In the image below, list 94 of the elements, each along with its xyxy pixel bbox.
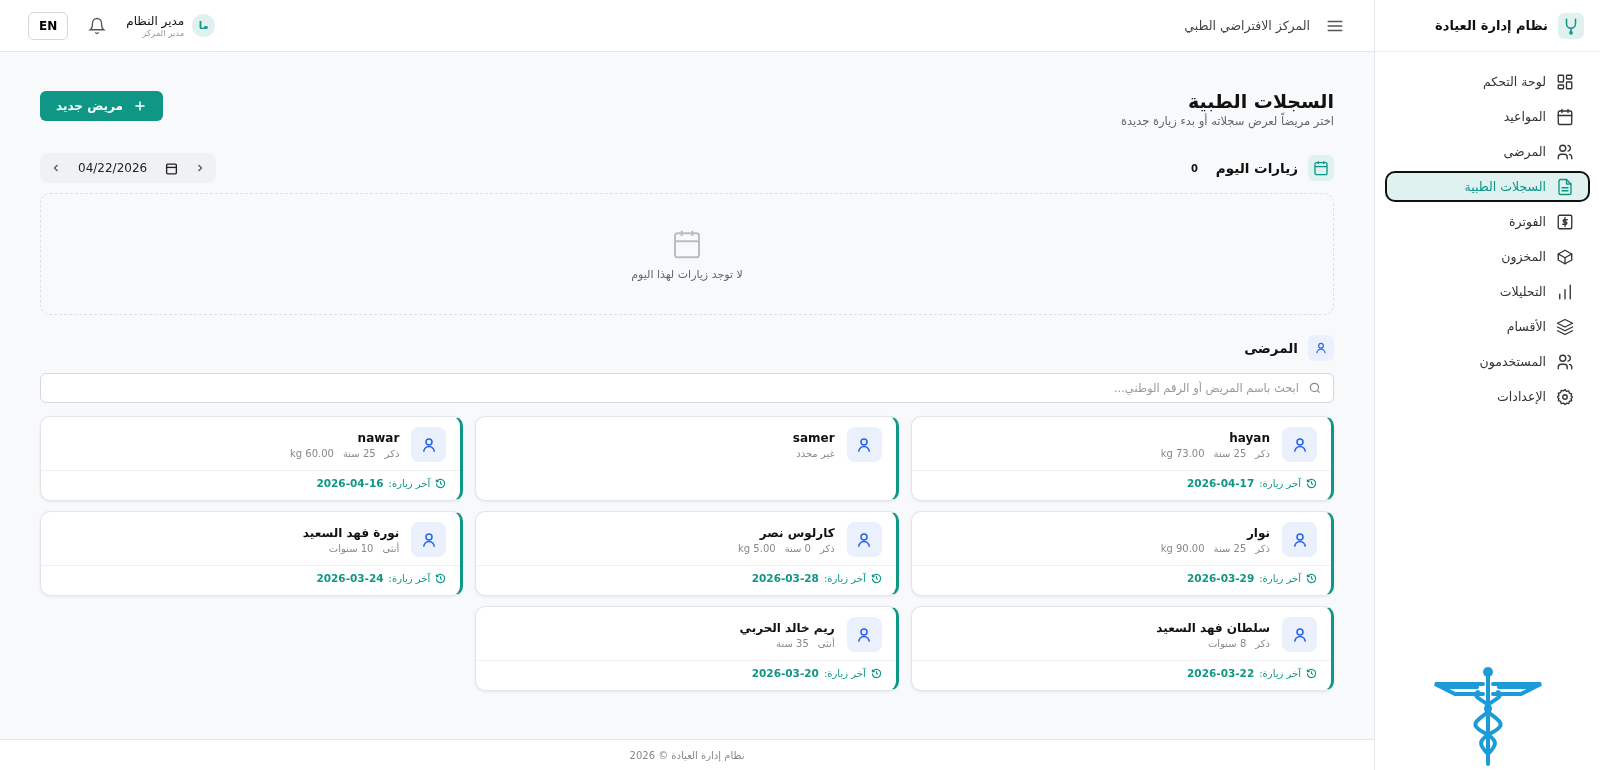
user-icon (846, 427, 882, 462)
last-visit-date: 2026-03-24 (316, 572, 384, 584)
user-icon (846, 522, 882, 557)
patient-detail: ذكر (1255, 542, 1270, 554)
user-icon (1282, 522, 1317, 557)
user-name: مدير النظام (126, 13, 185, 28)
center-name: المركز الافتراضي الطبي (1184, 18, 1310, 33)
user-icon (1282, 427, 1317, 462)
plus-icon (132, 99, 147, 113)
patient-name: ريم خالد الحربي (739, 620, 835, 635)
history-icon (870, 572, 882, 584)
document-icon (1556, 177, 1574, 196)
history-icon (870, 667, 882, 679)
history-icon (435, 572, 447, 584)
box-icon (1556, 247, 1574, 266)
patient-detail: ذكر (1255, 447, 1270, 459)
user-icon (411, 522, 447, 557)
patient-name: كارلوس نصر (758, 525, 835, 540)
patient-detail: غير محدد (796, 447, 835, 459)
patient-name: samer (792, 430, 835, 445)
sidebar-item[interactable]: التحليلات (1385, 276, 1590, 307)
last-visit-date: 2026-03-22 (1187, 667, 1255, 679)
user-icon (411, 427, 447, 462)
history-icon (1306, 572, 1317, 584)
user-role: مدير المركز (142, 27, 185, 38)
last-visit-date: 2026-04-16 (316, 477, 384, 489)
patient-name: نورة فهد السعيد (302, 525, 400, 540)
empty-message: لا توجد زيارات لهذا اليوم (631, 267, 743, 281)
history-icon (1306, 477, 1317, 489)
patient-detail: 10 سنوات (328, 542, 374, 554)
sidebar-item[interactable]: المخزون (1385, 241, 1590, 272)
visit-count: 0 (1190, 162, 1198, 174)
last-visit-label: آخر زيارة: (1259, 477, 1301, 489)
stethoscope-icon (1558, 12, 1584, 39)
dollar-icon (1556, 212, 1574, 231)
search-field[interactable]: ابحث باسم المريض أو الرقم الوطني... (40, 373, 1334, 403)
patient-detail: 25 سنة (1213, 447, 1247, 459)
history-icon (435, 477, 447, 489)
patient-name: سلطان فهد السعيد (1156, 620, 1270, 635)
calendar-icon[interactable] (165, 161, 179, 175)
patient-detail: 5.00 kg (738, 542, 776, 554)
users-icon (1556, 352, 1574, 371)
search-icon (1308, 381, 1322, 395)
app-title: نظام إدارة العيادة (1435, 18, 1548, 33)
language-button[interactable]: EN (28, 11, 69, 40)
section-title: زيارات اليوم (1215, 160, 1298, 176)
patient-detail: أنثى (382, 542, 400, 554)
sidebar-item[interactable]: لوحة التحكم (1385, 66, 1590, 97)
user-icon (1282, 617, 1317, 652)
sidebar-item[interactable]: الفوترة (1385, 206, 1590, 237)
last-visit-label: آخر زيارة: (823, 667, 866, 679)
calendar-icon (1308, 155, 1334, 181)
patient-detail: 25 سنة (342, 447, 376, 459)
sidebar-item[interactable]: المواعيد (1385, 101, 1590, 132)
patient-detail: 35 سنة (776, 637, 809, 649)
last-visit-label: آخر زيارة: (388, 572, 431, 584)
last-visit-label: آخر زيارة: (1259, 572, 1301, 584)
footer-text: نظام إدارة العيادة © 2026 (629, 749, 745, 761)
patient-detail: 90.00 kg (1160, 542, 1205, 554)
sidebar-item[interactable]: الأقسام (1385, 311, 1590, 342)
history-icon (1306, 667, 1317, 679)
patient-detail: 60.00 kg (289, 447, 334, 459)
sidebar-item[interactable]: المرضى (1385, 136, 1590, 167)
layers-icon (1556, 317, 1574, 336)
section-title: المرضى (1244, 340, 1298, 356)
last-visit-date: 2026-03-28 (751, 572, 819, 584)
users-icon (1556, 142, 1574, 161)
page-title: السجلات الطبية (1187, 90, 1334, 112)
last-visit-label: آخر زيارة: (1259, 667, 1301, 679)
patient-detail: ذكر (384, 447, 400, 459)
patient-detail: 73.00 kg (1160, 447, 1205, 459)
new-patient-button[interactable]: مريض جديد (40, 91, 163, 121)
sidebar-item[interactable]: المستخدمون (1385, 346, 1590, 377)
last-visit-label: آخر زيارة: (823, 572, 866, 584)
patient-detail: ذكر (1255, 637, 1270, 649)
last-visit-date: 2026-04-17 (1187, 477, 1255, 489)
patient-detail: 8 سنوات (1207, 637, 1247, 649)
patient-name: hayan (1228, 430, 1270, 445)
patient-detail: أنثى (817, 637, 835, 649)
user-icon (1308, 335, 1334, 361)
patient-detail: 0 سنة (784, 542, 811, 554)
patient-detail: 25 سنة (1213, 542, 1247, 554)
patient-name: نوار (1245, 525, 1270, 540)
last-visit-date: 2026-03-29 (1187, 572, 1255, 584)
user-icon (846, 617, 882, 652)
last-visit-date: 2026-03-20 (751, 667, 819, 679)
last-visit-label: آخر زيارة: (388, 477, 431, 489)
patient-name: nawar (356, 430, 400, 445)
bar-chart-icon (1556, 282, 1574, 301)
settings-icon (1556, 387, 1574, 406)
calendar-icon (1556, 107, 1574, 126)
sidebar-item[interactable]: الإعدادات (1385, 381, 1590, 412)
dashboard-grid-icon (1556, 72, 1574, 91)
patient-detail: ذكر (819, 542, 835, 554)
